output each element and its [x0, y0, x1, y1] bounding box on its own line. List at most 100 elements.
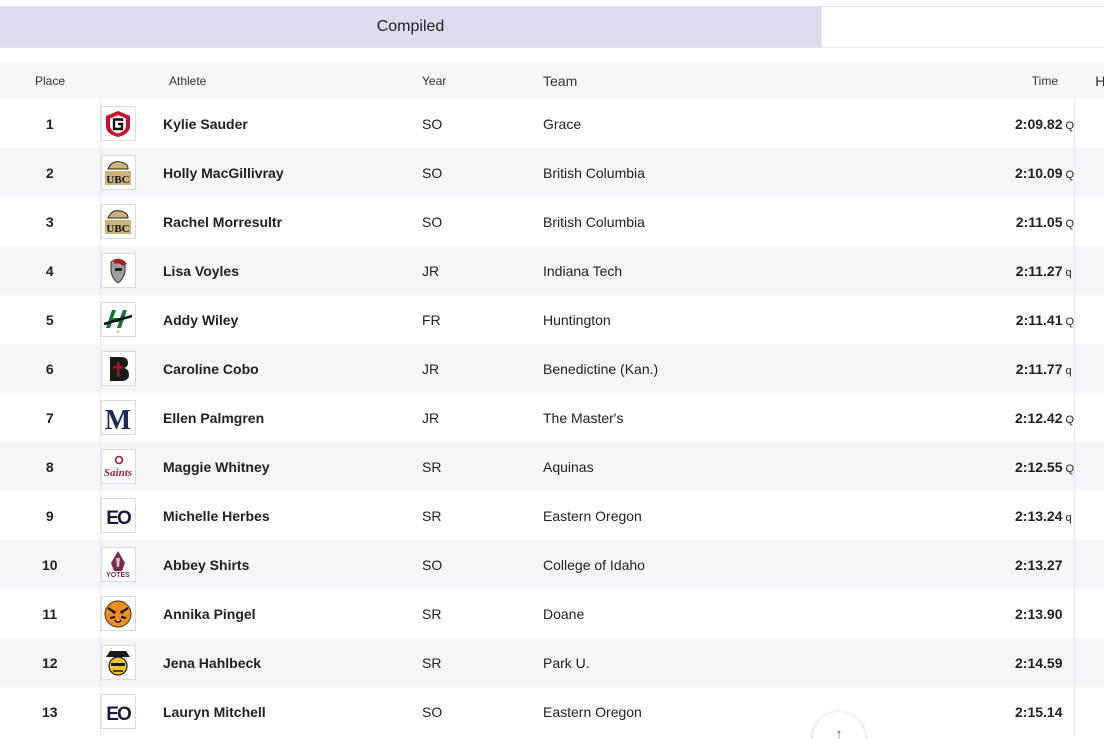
table-row[interactable]: 3 UBC Rachel Morresultr SO British Columbia 2…: [0, 197, 1104, 246]
header-athlete[interactable]: Athlete: [163, 62, 422, 99]
time-value: 2:13.27: [1015, 556, 1063, 573]
athlete-name[interactable]: Ellen Palmgren: [163, 393, 422, 442]
year-cell: SR: [422, 654, 442, 671]
team-name[interactable]: Benedictine (Kan.): [543, 344, 825, 393]
time-cell: 2:11.05 Q: [825, 197, 1075, 246]
team-name[interactable]: The Master's: [543, 393, 825, 442]
heat-cell: 2: [1074, 344, 1104, 393]
place-cell: 8: [0, 442, 101, 491]
heat-cell: 2: [1074, 148, 1104, 197]
team-name[interactable]: Eastern Oregon: [543, 491, 825, 540]
team-logo-icon: EO: [100, 498, 136, 533]
time-cell: 2:13.24 q: [825, 491, 1075, 540]
table-header-row: Place Athlete Year Team Time Heat: [0, 62, 1104, 99]
athlete-name[interactable]: Jena Hahlbeck: [163, 638, 422, 687]
table-row[interactable]: 8SaintsMaggie WhitneySRAquinas2:12.55Q1: [0, 442, 1104, 491]
time-cell: 2:11.27 q: [825, 246, 1075, 295]
place-cell: 13: [0, 687, 101, 736]
heat-cell: 1: [1074, 442, 1104, 491]
athlete-name[interactable]: Addy Wiley: [163, 295, 422, 344]
athlete-name[interactable]: Lauryn Mitchell: [163, 687, 422, 736]
time-cell: 2:09.82 Q: [825, 99, 1075, 148]
table-row[interactable]: 12 Jena HahlbeckSR Park U. 2:14.59 1: [0, 638, 1104, 687]
year-cell: SR: [422, 507, 442, 524]
time-value: 2:12.55: [1015, 458, 1063, 475]
header-heat[interactable]: Heat: [1074, 62, 1104, 99]
time-cell: 2:13.27: [825, 540, 1075, 589]
team-logo-icon: [100, 351, 136, 386]
heat-cell: 3: [1074, 393, 1104, 442]
team-logo-icon: [100, 253, 136, 288]
tab-other[interactable]: [821, 7, 1104, 47]
header-place[interactable]: Place: [0, 62, 100, 99]
header-team[interactable]: Team: [543, 62, 825, 99]
team-name[interactable]: Huntington: [543, 295, 825, 344]
team-name[interactable]: Grace: [543, 99, 825, 148]
table-row[interactable]: 2 UBC Holly MacGillivray SO British Columbia…: [0, 148, 1104, 197]
logo-cell: [100, 246, 163, 295]
table-row[interactable]: 6 Caroline Cobo JR Benedictine (Kan.) 2:11.7…: [0, 344, 1104, 393]
tab-compiled[interactable]: Compiled: [0, 7, 821, 47]
table-row[interactable]: 11 Annika PingelSR Doane 2:13.90 3: [0, 589, 1104, 638]
heat-cell: 3: [1074, 197, 1104, 246]
place-cell: 10: [0, 540, 101, 589]
table-row[interactable]: 7MEllen PalmgrenJRThe Master's2:12.42Q3: [0, 393, 1104, 442]
logo-cell: EO: [100, 491, 163, 540]
athlete-name[interactable]: Annika Pingel: [163, 589, 422, 638]
athlete-name[interactable]: Maggie Whitney: [163, 442, 422, 491]
team-logo-icon: EO: [100, 694, 136, 729]
team-name[interactable]: British Columbia: [543, 148, 825, 197]
team-logo-icon: [100, 645, 136, 680]
team-name[interactable]: Eastern Oregon: [543, 687, 825, 736]
heat-cell: 1: [1074, 638, 1104, 687]
table-row[interactable]: 10 YOTES Abbey Shirts SO College of Idaho 2:1…: [0, 540, 1104, 589]
qualifier-mark: Q: [1065, 119, 1075, 132]
year-cell: SO: [422, 703, 443, 720]
athlete-name[interactable]: Holly MacGillivray: [163, 148, 422, 197]
heat-cell: 1: [1074, 295, 1104, 344]
athlete-name[interactable]: Lisa Voyles: [163, 246, 422, 295]
svg-text:Saints: Saints: [104, 467, 132, 479]
time-value: 2:15.14: [1015, 703, 1063, 720]
place-cell: 5: [0, 295, 101, 344]
table-row[interactable]: 13 EO Lauryn Mitchell SO Eastern Oregon 2:15.…: [0, 687, 1104, 736]
time-cell: 2:11.41 Q: [825, 295, 1075, 344]
time-value: 2:09.82: [1015, 115, 1063, 132]
athlete-name[interactable]: Kylie Sauder: [163, 99, 422, 148]
place-cell: 7: [0, 393, 101, 442]
team-name[interactable]: Indiana Tech: [543, 246, 825, 295]
svg-text:YOTES: YOTES: [106, 572, 130, 579]
year-cell: SR: [422, 458, 442, 475]
athlete-name[interactable]: Michelle Herbes: [163, 491, 422, 540]
svg-text:EO: EO: [106, 508, 131, 528]
team-name[interactable]: Aquinas: [543, 442, 825, 491]
athlete-name[interactable]: Caroline Cobo: [163, 344, 422, 393]
header-year[interactable]: Year: [422, 62, 543, 99]
team-name[interactable]: Doane: [543, 589, 825, 638]
team-name[interactable]: College of Idaho: [543, 540, 825, 589]
results-body: 1Kylie SauderSOGrace2:09.82Q22UBCHolly M…: [0, 99, 1104, 736]
table-row[interactable]: 5HAddy WileyFRHuntington2:11.41Q1: [0, 295, 1104, 344]
table-row[interactable]: 4Lisa VoylesJRIndiana Tech2:11.27q2: [0, 246, 1104, 295]
header-logo: [100, 62, 163, 99]
logo-cell: H: [100, 295, 163, 344]
team-name[interactable]: Park U.: [543, 638, 825, 687]
results-table: Place Athlete Year Team Time Heat 1 Kylie…: [0, 62, 1104, 736]
time-value: 2:13.90: [1015, 605, 1063, 622]
header-time[interactable]: Time: [825, 62, 1074, 99]
time-cell: 2:11.77 q: [825, 344, 1075, 393]
year-cell: JR: [422, 360, 440, 377]
place-cell: 12: [0, 638, 101, 687]
year-cell: SO: [422, 115, 443, 132]
time-cell: 2:12.42 Q: [825, 393, 1075, 442]
table-row[interactable]: 9 EO Michelle Herbes SR Eastern Oregon 2:13.2…: [0, 491, 1104, 540]
qualifier-mark: Q: [1065, 413, 1075, 426]
team-logo-icon: [100, 596, 136, 631]
table-row[interactable]: 1Kylie SauderSOGrace2:09.82Q2: [0, 99, 1104, 148]
athlete-name[interactable]: Rachel Morresultr: [163, 197, 422, 246]
logo-cell: [100, 344, 163, 393]
athlete-name[interactable]: Abbey Shirts: [163, 540, 422, 589]
time-value: 2:11.27: [1015, 262, 1063, 279]
team-name[interactable]: British Columbia: [543, 197, 825, 246]
time-value: 2:11.77: [1015, 360, 1063, 377]
